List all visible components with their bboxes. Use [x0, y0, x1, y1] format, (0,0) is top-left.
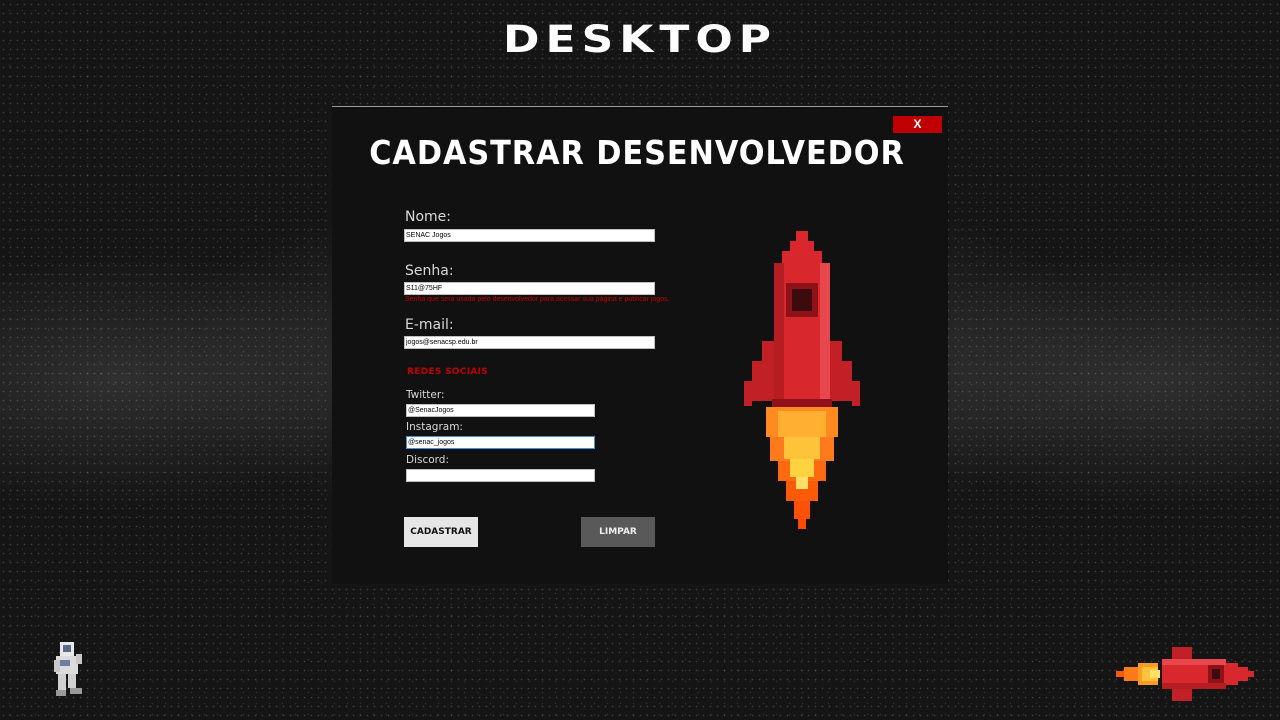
password-label: Senha:	[405, 263, 454, 279]
email-input[interactable]	[404, 336, 655, 349]
register-developer-dialog: X CADASTRAR DESENVOLVEDOR Nome: Senha: S…	[332, 106, 948, 584]
social-networks-heading: REDES SOCIAIS	[407, 367, 489, 377]
password-input[interactable]	[404, 282, 655, 295]
discord-input[interactable]	[406, 469, 595, 482]
twitter-label: Twitter:	[406, 389, 445, 401]
astronaut-icon	[54, 642, 82, 696]
clear-button[interactable]: LIMPAR	[581, 517, 655, 547]
discord-label: Discord:	[406, 454, 450, 466]
email-label: E-mail:	[405, 317, 454, 333]
twitter-input[interactable]	[406, 404, 595, 417]
close-button[interactable]: X	[893, 116, 942, 133]
password-hint: Senha que será usada pelo desenvolvedor …	[405, 296, 670, 303]
rocket-icon	[744, 231, 860, 529]
register-button[interactable]: CADASTRAR	[404, 517, 478, 547]
page-title: DESKTOP	[502, 17, 778, 62]
name-label: Nome:	[405, 209, 452, 225]
instagram-input[interactable]	[406, 436, 595, 449]
rocket-icon	[1116, 647, 1254, 701]
name-input[interactable]	[404, 229, 655, 242]
dialog-title: CADASTRAR DESENVOLVEDOR	[369, 133, 905, 172]
instagram-label: Instagram:	[406, 421, 463, 433]
